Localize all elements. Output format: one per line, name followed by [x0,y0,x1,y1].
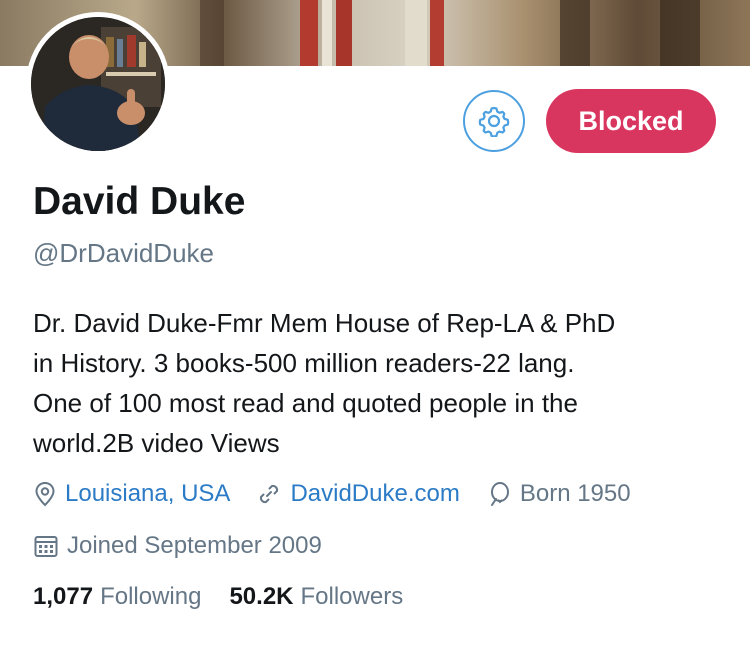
followers-stat[interactable]: 50.2K Followers [229,583,403,611]
bio-line: One of 100 most read and quoted people i… [33,388,578,418]
profile-meta-row-joined: Joined September 2009 [33,532,348,560]
user-handle: @DrDavidDuke [33,238,214,268]
followers-label: Followers [300,583,404,610]
joined-date-text: Joined September 2009 [67,532,322,559]
link-icon [260,484,279,504]
bio-line: world.2B video Views [33,428,280,458]
display-name: David Duke [33,180,246,223]
calendar-icon [34,536,58,557]
following-count: 1,077 [33,583,94,610]
profile-meta-row: Louisiana, USA DavidDuke.com Born 1950 [33,480,657,508]
joined-item: Joined September 2009 [33,532,322,560]
avatar[interactable] [26,12,170,156]
settings-button[interactable] [463,90,525,152]
avatar-image [31,17,165,151]
follow-stats: 1,077 Following 50.2K Followers [33,583,431,611]
profile-bio: Dr. David Duke-Fmr Mem House of Rep-LA &… [33,303,723,463]
gear-icon [478,106,510,137]
following-label: Following [100,583,202,610]
website-item[interactable]: DavidDuke.com [256,480,460,508]
bio-line: Dr. David Duke-Fmr Mem House of Rep-LA &… [33,308,616,338]
location-item[interactable]: Louisiana, USA [33,480,230,508]
birth-year-text: Born 1950 [519,480,631,507]
location-link[interactable]: Louisiana, USA [65,480,230,508]
avatar-photo [31,17,165,151]
blocked-button[interactable]: Blocked [546,89,716,153]
following-stat[interactable]: 1,077 Following [33,583,201,611]
followers-count: 50.2K [229,583,294,610]
birthday-item: Born 1950 [486,480,631,508]
balloon-icon [490,482,509,506]
bio-line: in History. 3 books-500 million readers-… [33,348,575,378]
location-pin-icon [35,481,55,507]
website-link[interactable]: DavidDuke.com [290,480,459,508]
